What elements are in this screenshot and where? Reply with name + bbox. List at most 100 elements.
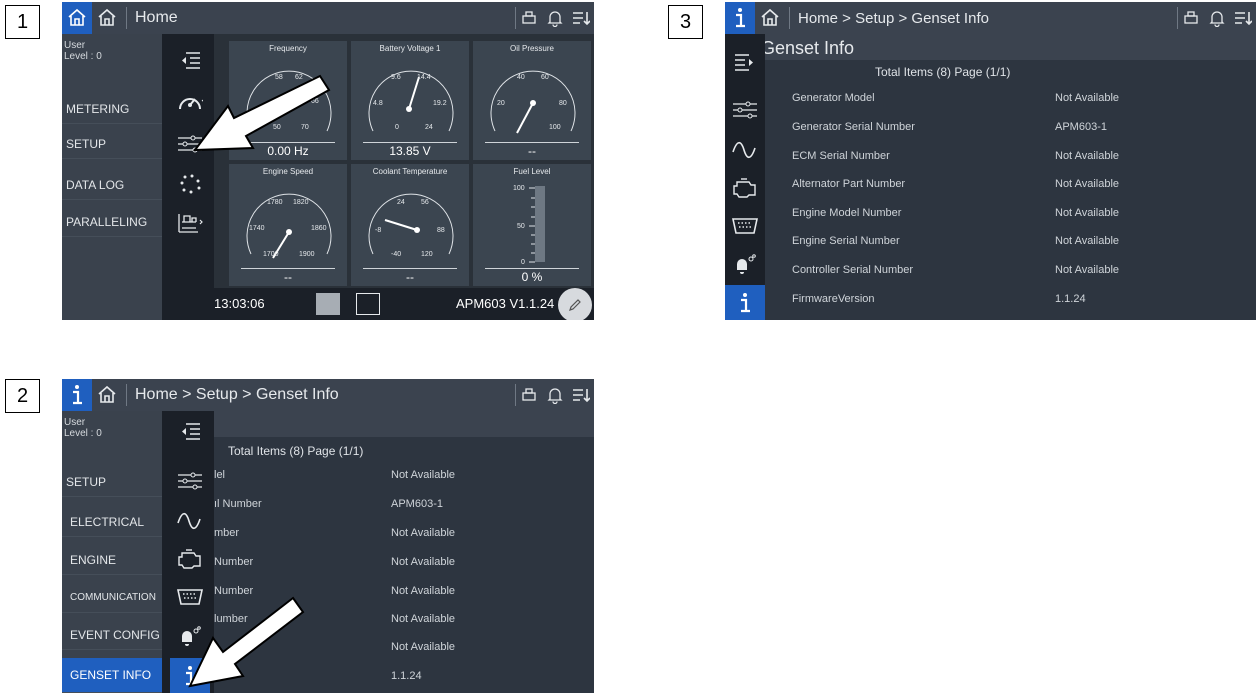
tick-label: 20 — [497, 100, 505, 107]
print-icon[interactable] — [516, 379, 542, 411]
menu-item-event-config[interactable]: EVENT CONFIG — [62, 620, 162, 650]
tick-label: -8 — [375, 227, 381, 234]
communication-port-icon[interactable] — [725, 212, 765, 240]
tick-label: 19.2 — [433, 100, 447, 107]
menu-item-setup[interactable]: SETUP — [62, 129, 162, 159]
menu-item-setup[interactable]: SETUP — [62, 467, 162, 497]
coolant-temperature-gauge: Coolant Temperature 24 56 -8 88 -40 120 … — [350, 163, 470, 287]
info-row-label: Generator Model — [792, 92, 875, 104]
info-icon — [741, 292, 750, 312]
info-row-value: Not Available — [391, 641, 456, 653]
fuel-level-gauge: Fuel Level 100 50 0 0 % — [472, 163, 592, 287]
step-number-1: 1 — [5, 5, 40, 39]
clock-time: 13:03:06 — [214, 296, 265, 311]
print-icon[interactable] — [1178, 2, 1204, 34]
tick-label: 0 — [395, 124, 399, 131]
indicator-square-filled — [316, 293, 340, 315]
info-row-value: Not Available — [1055, 150, 1120, 162]
home-nav-icon[interactable] — [62, 2, 92, 34]
home-icon[interactable] — [755, 2, 785, 34]
fuel-bar: 100 50 0 — [513, 185, 545, 266]
menu-item-paralleling[interactable]: PARALLELING — [62, 207, 162, 237]
info-row-label: ıl Number — [214, 498, 262, 510]
info-row-label: Generator Serial Number — [792, 121, 915, 133]
tick-label: 88 — [437, 227, 445, 234]
info-row-label: Alternator Part Number — [792, 178, 906, 190]
user-level-label: User Level : 0 — [64, 417, 102, 439]
bell-config-icon[interactable] — [725, 250, 765, 278]
settings-sliders-icon[interactable] — [725, 96, 765, 124]
tick-label: -40 — [391, 251, 401, 258]
total-items-label: Total Items (8) Page (1/1) — [228, 444, 364, 458]
gauge-dial: 40 60 20 80 100 — [490, 70, 576, 134]
top-bar: Home — [62, 2, 594, 34]
tick-label: 56 — [421, 199, 429, 206]
info-row-value: Not Available — [1055, 235, 1120, 247]
breadcrumb: Home > Setup > Genset Info — [135, 386, 339, 403]
info-row-value: Not Available — [1055, 207, 1120, 219]
info-row-value: APM603-1 — [391, 498, 443, 510]
bell-icon[interactable] — [542, 379, 568, 411]
tick-label: 1860 — [311, 225, 327, 232]
info-row-value: Not Available — [1055, 178, 1120, 190]
menu-item-communication[interactable]: COMMUNICATION — [62, 583, 162, 613]
collapse-menu-icon[interactable] — [170, 417, 210, 445]
info-row-value: Not Available — [391, 527, 456, 539]
expand-menu-icon[interactable] — [725, 48, 765, 76]
bell-icon[interactable] — [542, 2, 568, 34]
menu-item-data-log[interactable]: DATA LOG — [62, 170, 162, 200]
info-nav-icon[interactable] — [725, 2, 755, 34]
info-row-label: Engine Serial Number — [792, 235, 900, 247]
home-icon[interactable] — [92, 379, 122, 411]
tick-label: 40 — [517, 74, 525, 81]
page-title: Genset Info — [761, 38, 855, 58]
subheader-strip — [214, 411, 594, 437]
settings-sliders-icon[interactable] — [170, 467, 210, 495]
top-bar: Home > Setup > Genset Info — [62, 379, 594, 411]
info-row-label: ECM Serial Number — [792, 150, 890, 162]
data-log-dots-icon[interactable] — [170, 170, 210, 198]
menu-item-electrical[interactable]: ELECTRICAL — [62, 507, 162, 537]
sort-icon[interactable] — [568, 2, 594, 34]
tick-label: 100 — [549, 124, 561, 131]
gauge-dial: 9.6 14.4 4.8 19.2 0 24 — [368, 70, 454, 132]
info-row-value: 1.1.24 — [1055, 293, 1086, 305]
tick-label: 1820 — [293, 199, 309, 206]
tick-label: 24 — [425, 124, 433, 131]
edit-pencil-button[interactable] — [558, 288, 592, 320]
sine-wave-icon[interactable] — [170, 507, 210, 535]
tick-label: 100 — [513, 185, 525, 192]
info-row-value: Not Available — [391, 556, 456, 568]
info-icon-button[interactable] — [725, 285, 765, 320]
home-icon[interactable] — [92, 2, 122, 34]
sort-icon[interactable] — [1230, 2, 1256, 34]
tick-label: 1780 — [267, 199, 283, 206]
info-row-label: Number — [214, 556, 254, 568]
page-title: Home — [135, 9, 178, 26]
tick-label: 9.6 — [391, 74, 401, 81]
tick-label: 4.8 — [373, 100, 383, 107]
gauge-value: -- — [528, 144, 536, 158]
engine-speed-gauge: Engine Speed 1780 1820 1740 1860 1700 19… — [228, 163, 348, 287]
paralleling-icon[interactable] — [170, 208, 210, 236]
engine-icon[interactable] — [170, 545, 210, 573]
info-row-value: Not Available — [391, 585, 456, 597]
sort-icon[interactable] — [568, 379, 594, 411]
pencil-icon — [569, 299, 581, 311]
info-row-label: Controller Serial Number — [792, 264, 914, 276]
engine-icon[interactable] — [725, 174, 765, 202]
genset-info-panel: Home > Setup > Genset Info Genset Info T… — [725, 2, 1256, 320]
menu-item-genset-info[interactable]: GENSET INFO — [62, 658, 162, 693]
top-bar: Home > Setup > Genset Info — [725, 2, 1256, 34]
menu-item-engine[interactable]: ENGINE — [62, 545, 162, 575]
status-bar: 13:03:06 APM603 V1.1.24 — [214, 288, 594, 320]
sine-wave-icon[interactable] — [725, 136, 765, 164]
info-nav-icon[interactable] — [62, 379, 92, 411]
tick-label: 120 — [421, 251, 433, 258]
bell-icon[interactable] — [1204, 2, 1230, 34]
genset-info-menu-panel: Home > Setup > Genset Info User Level : 0… — [62, 379, 594, 693]
tick-label: 80 — [559, 100, 567, 107]
info-row-label: lel — [214, 469, 226, 481]
menu-item-metering[interactable]: METERING — [62, 94, 162, 124]
print-icon[interactable] — [516, 2, 542, 34]
